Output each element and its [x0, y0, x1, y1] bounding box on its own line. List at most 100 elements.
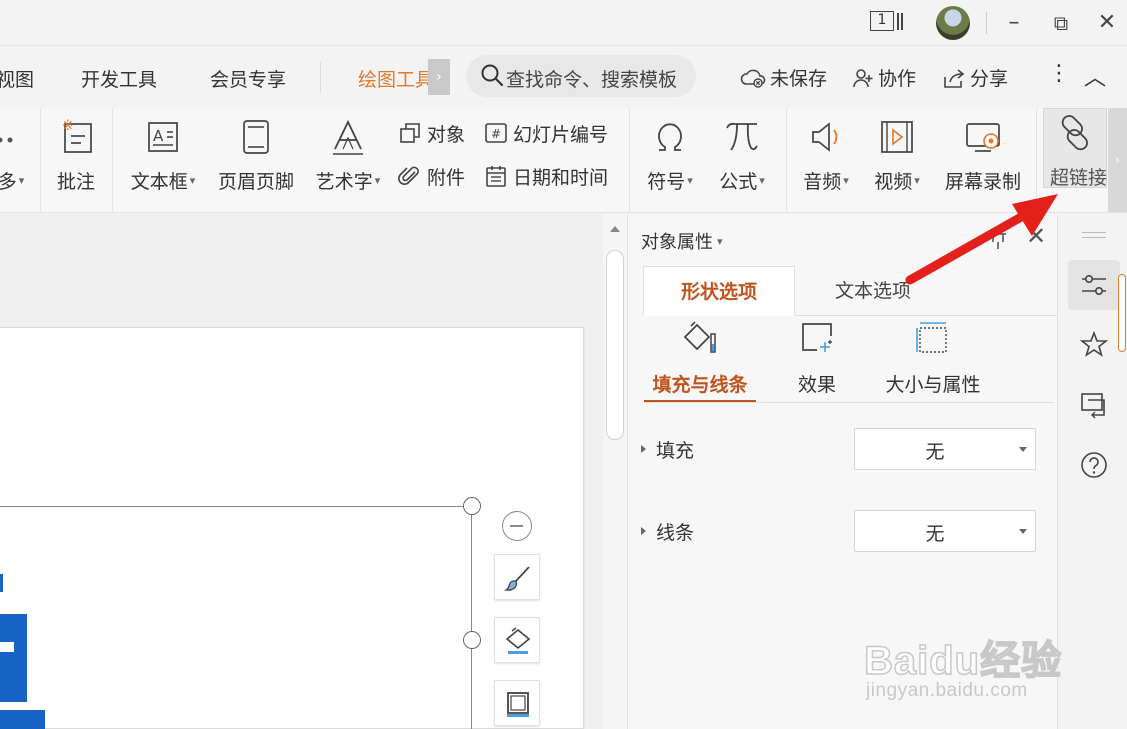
- menu-view[interactable]: 视图: [0, 65, 34, 92]
- document-canvas[interactable]: [0, 214, 603, 729]
- float-fill-button[interactable]: [494, 617, 540, 663]
- collaborate-label: 协作: [878, 68, 917, 90]
- wordart-label: 艺术字: [315, 171, 373, 193]
- fill-select[interactable]: 无: [854, 428, 1036, 470]
- subtab-size-and-properties[interactable]: 大小与属性: [872, 320, 994, 397]
- calendar-icon: [484, 166, 513, 189]
- outline-icon: [504, 690, 532, 722]
- scroll-thumb[interactable]: [606, 250, 624, 440]
- properties-pane-button[interactable]: [1068, 260, 1120, 310]
- drag-grip-icon[interactable]: [1082, 232, 1106, 238]
- divider: [629, 108, 630, 212]
- selection-box[interactable]: [0, 506, 472, 729]
- ribbon-scroll-right[interactable]: ›: [1108, 108, 1127, 212]
- more-button-partial[interactable]: 多 ▾: [0, 112, 28, 208]
- collapse-ribbon-button[interactable]: ︿: [1084, 60, 1106, 92]
- size-properties-label: 大小与属性: [885, 374, 981, 396]
- help-button[interactable]: [1068, 440, 1120, 490]
- textbox-icon: A: [122, 116, 204, 158]
- comment-label: 批注: [56, 171, 95, 193]
- tab-shape-options[interactable]: 形状选项: [643, 266, 795, 316]
- collaborate-button[interactable]: 协作: [852, 64, 916, 91]
- scroll-up-arrow[interactable]: [610, 226, 620, 232]
- vertical-scrollbar[interactable]: [603, 214, 627, 729]
- share-button[interactable]: 分享: [942, 64, 1008, 91]
- paperclip-icon: [398, 166, 427, 189]
- pi-icon: [710, 116, 774, 158]
- baidu-jingyan-watermark: Baidu经验 jingyan.baidu.com: [862, 608, 1082, 708]
- divider: [320, 62, 321, 92]
- omega-icon: [638, 116, 702, 158]
- menu-drawing-tools[interactable]: 绘图工具: [358, 65, 430, 92]
- search-box[interactable]: 查找命令、搜索模板: [466, 55, 696, 97]
- symbol-button[interactable]: 符号 ▾: [638, 112, 702, 208]
- subtab-effects[interactable]: 效果: [757, 320, 877, 397]
- wordart-icon: [308, 116, 388, 158]
- link-icon: [1054, 112, 1096, 158]
- date-time-button[interactable]: 日期和时间: [484, 163, 608, 190]
- fill-section-toggle[interactable]: 填充: [641, 436, 694, 463]
- screen-record-icon: [938, 116, 1028, 158]
- attachment-button[interactable]: 附件: [398, 163, 465, 190]
- subtab-fill-and-line[interactable]: 填充与线条: [640, 320, 760, 397]
- pin-icon[interactable]: [986, 226, 1010, 250]
- panel-title-dropdown[interactable]: 对象属性 ▾: [641, 228, 723, 254]
- slide-shape: [0, 614, 27, 702]
- close-button[interactable]: ✕: [1090, 6, 1124, 40]
- tab-text-options[interactable]: 文本选项: [803, 266, 943, 316]
- active-subtab-indicator: [644, 400, 756, 402]
- divider: [112, 108, 113, 212]
- menu-scroll-right[interactable]: ›: [428, 59, 450, 95]
- restore-button[interactable]: ⧉: [1044, 6, 1078, 40]
- hash-glyph: #: [491, 127, 501, 141]
- object-button[interactable]: 对象: [398, 120, 465, 147]
- line-section-toggle[interactable]: 线条: [641, 518, 694, 545]
- slide-shape: [0, 574, 3, 592]
- transition-pane-button[interactable]: [1068, 380, 1120, 430]
- line-select[interactable]: 无: [854, 510, 1036, 552]
- cloud-icon: [740, 68, 770, 90]
- slide-number-icon: #: [484, 123, 513, 146]
- user-avatar[interactable]: [936, 6, 970, 40]
- divider: [1036, 108, 1037, 212]
- divider: [786, 108, 787, 212]
- comment-icon: ※: [48, 116, 104, 158]
- screen-record-button[interactable]: 屏幕录制: [938, 112, 1028, 208]
- menu-bar: 视图 开发工具 会员专享 绘图工具 › 查找命令、搜索模板 未保存 协作 分享 …: [0, 46, 1127, 108]
- more-options-button[interactable]: ⋮: [1048, 61, 1070, 86]
- slide-shape: [0, 710, 45, 729]
- share-icon: [942, 68, 970, 90]
- formula-button[interactable]: 公式 ▾: [710, 112, 774, 208]
- unsaved-button[interactable]: 未保存: [740, 64, 827, 91]
- slide-number-button[interactable]: # 幻灯片编号: [484, 120, 608, 147]
- video-label: 视频: [874, 171, 913, 193]
- date-time-label: 日期和时间: [513, 167, 609, 189]
- panel-tabs: 形状选项 文本选项: [643, 266, 1057, 316]
- video-button[interactable]: 视频 ▾: [866, 112, 928, 208]
- attachment-label: 附件: [427, 167, 466, 189]
- close-panel-icon[interactable]: ✕: [1026, 224, 1046, 248]
- fill-bucket-icon: [503, 626, 533, 660]
- animation-pane-button[interactable]: [1068, 320, 1120, 370]
- header-footer-button[interactable]: 页眉页脚: [212, 112, 300, 208]
- svg-text:※: ※: [62, 118, 74, 134]
- page-count-indicator[interactable]: 1: [870, 10, 904, 34]
- wordart-button[interactable]: 艺术字 ▾: [308, 112, 388, 208]
- size-properties-icon: [915, 322, 951, 360]
- textbox-button[interactable]: A 文本框 ▾: [122, 112, 204, 208]
- collapse-float-toolbar-icon[interactable]: [502, 511, 532, 541]
- audio-button[interactable]: 音频 ▾: [796, 112, 856, 208]
- symbol-label: 符号: [647, 171, 686, 193]
- more-label: 多: [0, 171, 17, 193]
- comment-button[interactable]: ※ 批注: [48, 112, 104, 208]
- menu-member-exclusive[interactable]: 会员专享: [210, 65, 286, 92]
- minimize-button[interactable]: –: [997, 6, 1031, 40]
- resize-handle-right[interactable]: [463, 631, 481, 649]
- slide-number-label: 幻灯片编号: [513, 124, 609, 146]
- float-outline-button[interactable]: [494, 680, 540, 726]
- menu-developer-tools[interactable]: 开发工具: [81, 65, 157, 92]
- hyperlink-button[interactable]: 超链接: [1043, 108, 1107, 189]
- share-label: 分享: [970, 68, 1009, 90]
- resize-handle-top-right[interactable]: [463, 497, 481, 515]
- float-brush-button[interactable]: [494, 554, 540, 600]
